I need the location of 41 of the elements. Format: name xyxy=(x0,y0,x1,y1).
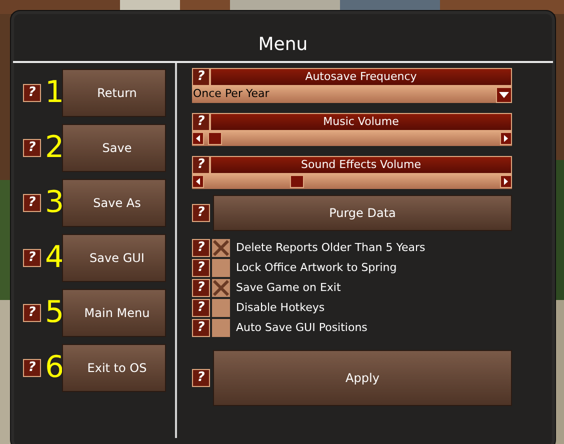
option-label: Delete Reports Older Than 5 Years xyxy=(236,240,426,256)
dropdown[interactable]: Once Per Year xyxy=(192,86,512,103)
help-button[interactable]: ? xyxy=(192,369,210,387)
help-button[interactable]: ? xyxy=(23,304,41,322)
help-button[interactable]: ? xyxy=(192,113,210,131)
option-label: Disable Hotkeys xyxy=(236,300,325,316)
menu-button[interactable]: Main Menu xyxy=(62,289,166,337)
setting-header: Sound Effects Volume xyxy=(210,156,512,174)
help-button[interactable]: ? xyxy=(192,156,210,174)
option-label: Lock Office Artwork to Spring xyxy=(236,260,397,276)
help-button[interactable]: ? xyxy=(192,319,210,337)
slider-thumb[interactable] xyxy=(290,175,304,188)
setting-header: Autosave Frequency xyxy=(210,68,512,86)
menu-title: Menu xyxy=(258,33,308,57)
checkbox[interactable] xyxy=(212,319,230,337)
menu-button[interactable]: Exit to OS xyxy=(62,344,166,392)
checkbox[interactable] xyxy=(212,259,230,277)
help-button[interactable]: ? xyxy=(192,259,210,277)
checkbox[interactable] xyxy=(212,279,230,297)
menu-button[interactable]: Return xyxy=(62,69,166,117)
checkbox[interactable] xyxy=(212,239,230,257)
help-button[interactable]: ? xyxy=(192,68,210,86)
help-button[interactable]: ? xyxy=(23,139,41,157)
help-button[interactable]: ? xyxy=(23,359,41,377)
apply-button[interactable]: Apply xyxy=(213,350,512,406)
slider-thumb[interactable] xyxy=(208,132,222,145)
purge-button[interactable]: Purge Data xyxy=(213,195,512,231)
help-button[interactable]: ? xyxy=(192,299,210,317)
help-button[interactable]: ? xyxy=(192,239,210,257)
help-button[interactable]: ? xyxy=(23,194,41,212)
help-button[interactable]: ? xyxy=(23,249,41,267)
option-label: Save Game on Exit xyxy=(236,280,341,296)
checkbox[interactable] xyxy=(212,299,230,317)
setting-header: Music Volume xyxy=(210,113,512,131)
option-label: Auto Save GUI Positions xyxy=(236,320,368,336)
menu-button[interactable]: Save GUI xyxy=(62,234,166,282)
menu-button[interactable]: Save xyxy=(62,124,166,172)
help-button[interactable]: ? xyxy=(192,204,210,222)
help-button[interactable]: ? xyxy=(192,279,210,297)
help-button[interactable]: ? xyxy=(23,84,41,102)
menu-button[interactable]: Save As xyxy=(62,179,166,227)
